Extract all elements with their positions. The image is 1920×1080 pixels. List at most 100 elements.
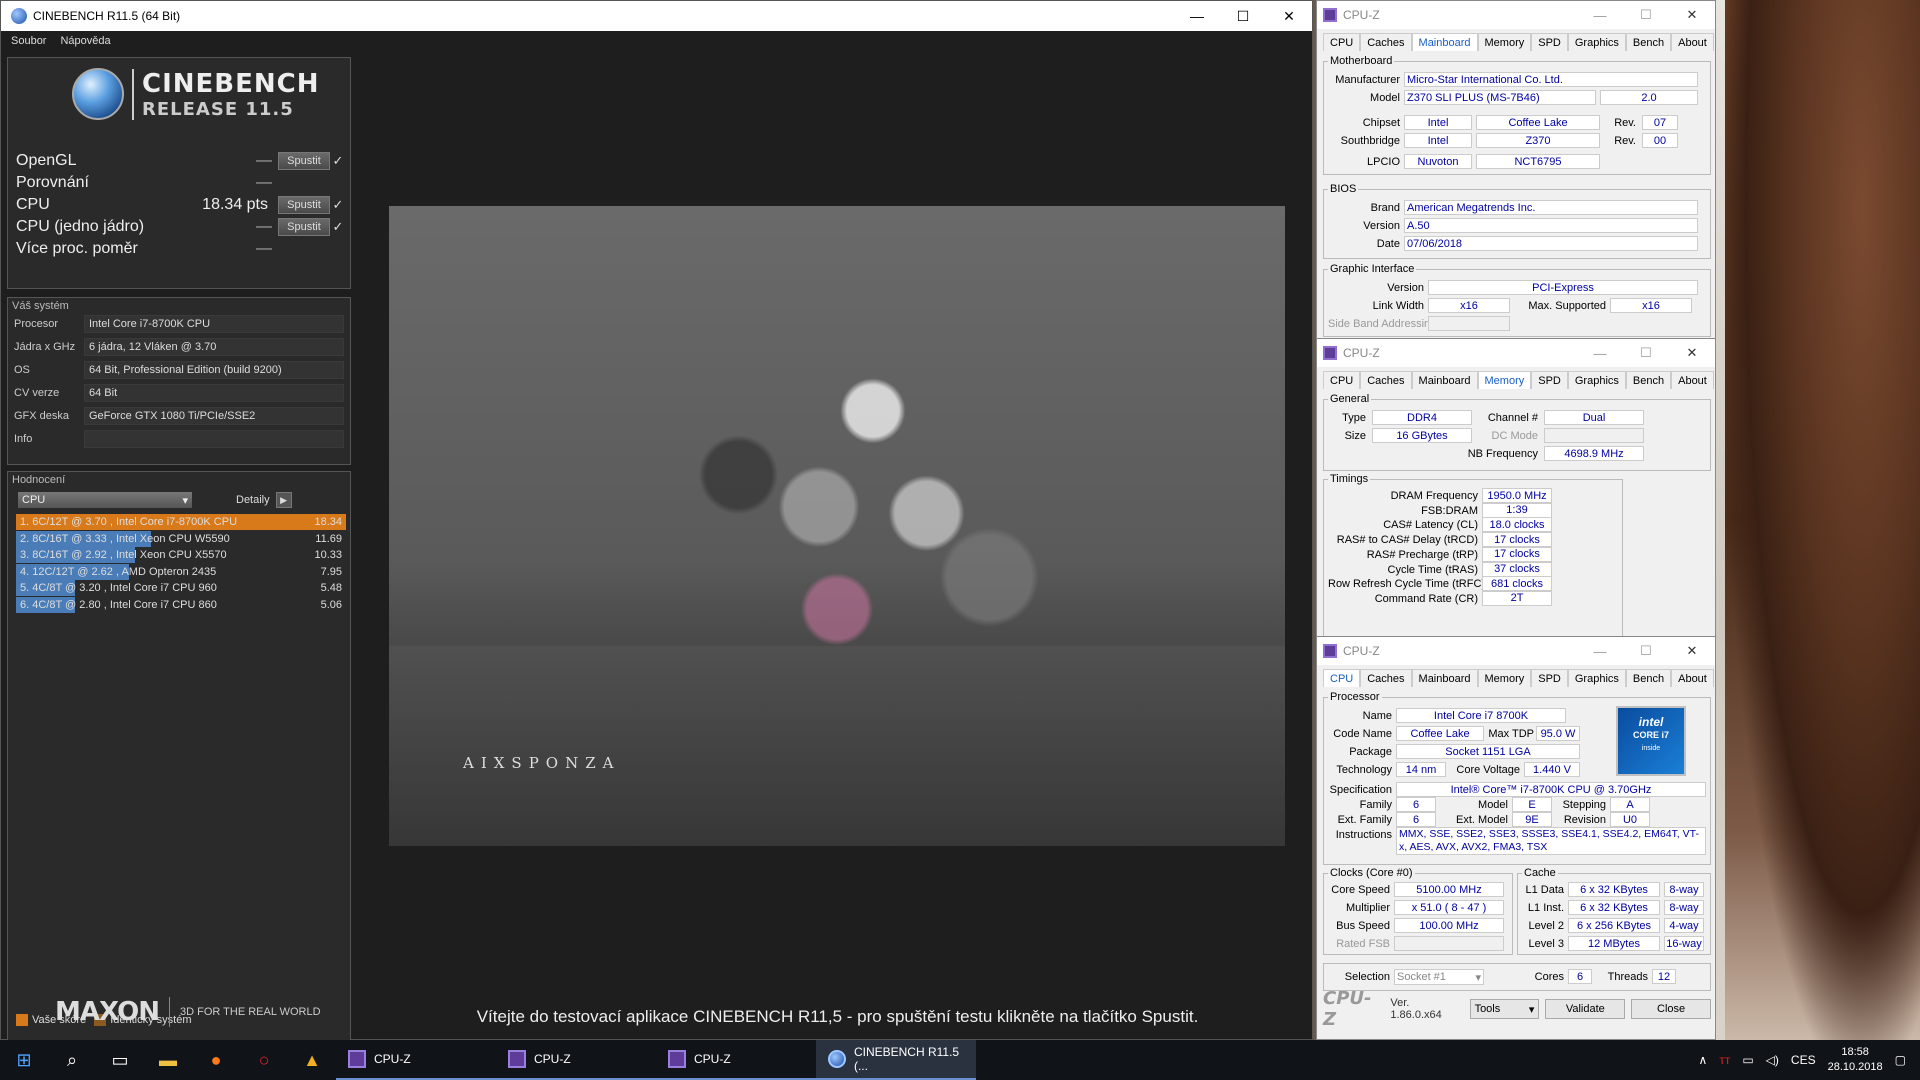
tab-spd[interactable]: SPD <box>1531 33 1568 51</box>
clocks-group: Clocks (Core #0) Core Speed 5100.00 MHz … <box>1323 867 1513 955</box>
cpuz-app-icon <box>348 1050 366 1068</box>
processor-group: Processor Name Intel Core i7 8700K Code … <box>1323 691 1711 865</box>
cpuz-titlebar[interactable]: CPU-Z — ☐ ✕ <box>1317 339 1715 367</box>
run-opengl-button[interactable]: Spustit <box>278 152 330 170</box>
minimize-icon[interactable]: — <box>1174 1 1220 31</box>
maximize-icon[interactable]: ☐ <box>1220 1 1266 31</box>
run-cpu-button[interactable]: Spustit <box>278 196 330 214</box>
language-indicator[interactable]: CES <box>1791 1053 1816 1067</box>
close-icon[interactable]: ✕ <box>1266 1 1312 31</box>
network-icon[interactable]: ▭ <box>1742 1053 1753 1067</box>
cpuz-brand: CPU-Z <box>1323 988 1372 1030</box>
info-field[interactable] <box>84 430 344 448</box>
tab-memory[interactable]: Memory <box>1477 669 1532 687</box>
ranking-dropdown[interactable]: CPU ▾ <box>18 492 192 508</box>
firefox-icon[interactable]: ● <box>192 1040 240 1080</box>
ranking-label: 3. 8C/16T @ 2.92 , Intel Xeon CPU X5570 <box>20 549 227 561</box>
maximize-icon[interactable]: ☐ <box>1623 643 1669 659</box>
cinebench-sphere-icon <box>72 68 124 120</box>
tab-caches[interactable]: Caches <box>1360 371 1412 389</box>
timing-label: FSB:DRAM <box>1421 504 1478 517</box>
taskbar-app-cpuz-3[interactable]: CPU-Z <box>656 1040 816 1080</box>
chevron-up-icon[interactable]: ∧ <box>1699 1053 1708 1067</box>
tab-memory[interactable]: Memory <box>1477 33 1532 51</box>
close-icon[interactable]: ✕ <box>1669 643 1715 659</box>
multiplier-field: x 51.0 ( 8 - 47 ) <box>1394 900 1504 915</box>
ranking-row[interactable]: 2. 8C/16T @ 3.33 , Intel Xeon CPU W5590 1… <box>16 530 346 547</box>
tab-cpu[interactable]: CPU <box>1323 371 1361 389</box>
selection-bar: Selection Socket #1 ▾ Cores 6 Threads 12 <box>1323 963 1711 991</box>
tab-spd[interactable]: SPD <box>1531 371 1568 389</box>
gi-max-supported-field: x16 <box>1610 298 1692 313</box>
system-row: Info <box>14 429 344 449</box>
southbridge-rev-field: 00 <box>1642 133 1678 148</box>
ranking-row[interactable]: 3. 8C/16T @ 2.92 , Intel Xeon CPU X5570 1… <box>16 547 346 563</box>
file-explorer-icon[interactable]: ▬ <box>144 1040 192 1080</box>
tab-cpu[interactable]: CPU <box>1323 669 1361 687</box>
tab-caches[interactable]: Caches <box>1360 669 1412 687</box>
warning-app-icon[interactable]: ▲ <box>288 1040 336 1080</box>
maximize-icon[interactable]: ☐ <box>1623 7 1669 23</box>
tab-mainboard[interactable]: Mainboard <box>1411 33 1478 51</box>
tab-cpu[interactable]: CPU <box>1323 33 1361 51</box>
tab-memory[interactable]: Memory <box>1477 371 1532 389</box>
bios-version-field: A.50 <box>1404 218 1698 233</box>
opera-icon[interactable]: ○ <box>240 1040 288 1080</box>
tab-about[interactable]: About <box>1671 33 1714 51</box>
minimize-icon[interactable]: — <box>1577 8 1623 23</box>
cpuz-titlebar[interactable]: CPU-Z — ☐ ✕ <box>1317 1 1715 29</box>
nb-frequency-field: 4698.9 MHz <box>1544 446 1644 461</box>
family-field: 6 <box>1396 797 1436 812</box>
maximize-icon[interactable]: ☐ <box>1623 345 1669 361</box>
minimize-icon[interactable]: — <box>1577 644 1623 659</box>
ranking-panel-title: Hodnocení <box>12 474 66 486</box>
tab-bench[interactable]: Bench <box>1625 669 1672 687</box>
cinebench-titlebar[interactable]: CINEBENCH R11.5 (64 Bit) — ☐ ✕ <box>1 1 1312 31</box>
tab-bench[interactable]: Bench <box>1625 33 1672 51</box>
cpuz-titlebar[interactable]: CPU-Z — ☐ ✕ <box>1317 637 1715 665</box>
tab-mainboard[interactable]: Mainboard <box>1411 669 1478 687</box>
run-cpu-single-button[interactable]: Spustit <box>278 218 330 236</box>
system-panel: Váš systém Procesor Intel Core i7-8700K C… <box>7 297 351 465</box>
tab-graphics[interactable]: Graphics <box>1567 33 1626 51</box>
notifications-icon[interactable]: ▢ <box>1895 1053 1906 1067</box>
tools-button[interactable]: Tools ▾ <box>1469 999 1540 1019</box>
menu-soubor[interactable]: Soubor <box>11 35 46 47</box>
socket-select[interactable]: Socket #1 ▾ <box>1394 969 1484 985</box>
ranking-row[interactable]: 4. 12C/12T @ 2.62 , AMD Opteron 2435 7.95 <box>16 563 346 580</box>
tab-about[interactable]: About <box>1671 669 1714 687</box>
tab-caches[interactable]: Caches <box>1360 33 1412 51</box>
menu-napoveda[interactable]: Nápověda <box>60 35 110 47</box>
tab-about[interactable]: About <box>1671 371 1714 389</box>
volume-icon[interactable]: ◁) <box>1766 1053 1779 1067</box>
clock[interactable]: 18:58 28.10.2018 <box>1828 1045 1883 1075</box>
ranking-row[interactable]: 1. 6C/12T @ 3.70 , Intel Core i7-8700K C… <box>16 514 346 530</box>
tray-app-icon[interactable]: ᴛᴛ <box>1719 1053 1730 1067</box>
taskbar-app-cinebench[interactable]: CINEBENCH R11.5 (... <box>816 1040 976 1080</box>
cpu-checkbox[interactable]: ✓ <box>330 197 346 213</box>
ranking-row[interactable]: 5. 4C/8T @ 3.20 , Intel Core i7 CPU 960 5… <box>16 580 346 596</box>
details-button[interactable]: Detaily ▶ <box>236 492 292 508</box>
opengl-checkbox[interactable]: ✓ <box>330 153 346 169</box>
tab-mainboard[interactable]: Mainboard <box>1411 371 1478 389</box>
cache-assoc: 4-way <box>1664 918 1704 933</box>
cpu-single-checkbox[interactable]: ✓ <box>330 219 346 235</box>
validate-button[interactable]: Validate <box>1545 999 1626 1019</box>
taskbar-app-cpuz-2[interactable]: CPU-Z <box>496 1040 656 1080</box>
task-view-icon[interactable]: ▭ <box>96 1040 144 1080</box>
close-icon[interactable]: ✕ <box>1669 345 1715 361</box>
minimize-icon[interactable]: — <box>1577 346 1623 361</box>
tab-spd[interactable]: SPD <box>1531 669 1568 687</box>
search-icon[interactable]: ⌕ <box>48 1040 96 1080</box>
test-row-cpu-single: CPU (jedno jádro) — Spustit ✓ <box>16 216 346 238</box>
manufacturer-field: Micro-Star International Co. Ltd. <box>1404 72 1698 87</box>
cache-group: Cache L1 Data 6 x 32 KBytes 8-way L1 Inst. 6… <box>1517 867 1711 955</box>
taskbar-app-cpuz-1[interactable]: CPU-Z <box>336 1040 496 1080</box>
tab-bench[interactable]: Bench <box>1625 371 1672 389</box>
close-button[interactable]: Close <box>1631 999 1711 1019</box>
tab-graphics[interactable]: Graphics <box>1567 669 1626 687</box>
ranking-row[interactable]: 6. 4C/8T @ 2.80 , Intel Core i7 CPU 860 5… <box>16 596 346 613</box>
tab-graphics[interactable]: Graphics <box>1567 371 1626 389</box>
close-icon[interactable]: ✕ <box>1669 7 1715 23</box>
windows-start-icon[interactable]: ⊞ <box>0 1040 48 1080</box>
